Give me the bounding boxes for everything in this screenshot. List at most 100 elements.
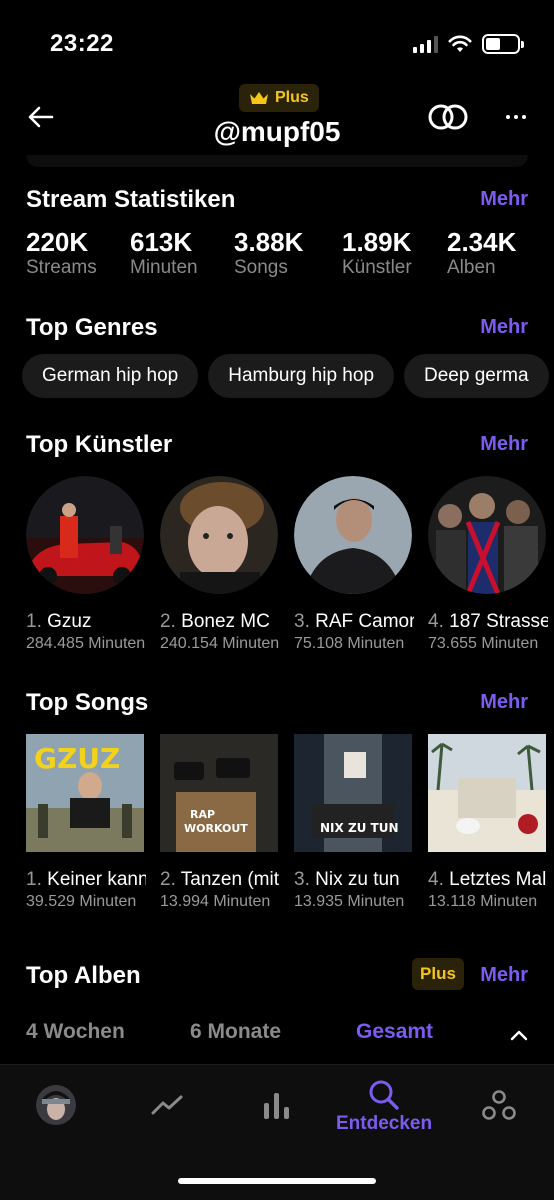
stat-label: Alben (447, 257, 496, 278)
top-genres-title: Top Genres (26, 314, 158, 341)
artist-card[interactable]: 4. 187 Strassenbande 73.655 Minuten (428, 476, 554, 653)
stat-songs: 3.88K Songs (234, 228, 342, 280)
nav-profile[interactable] (36, 1085, 76, 1125)
svg-text:NIX ZU TUN: NIX ZU TUN (320, 821, 399, 835)
song-title: 3. Nix zu tun (294, 869, 400, 890)
stat-value: 2.34K (447, 227, 517, 257)
stream-stats-title: Stream Statistiken (26, 186, 236, 213)
status-time: 23:22 (50, 30, 114, 57)
avatar (36, 1085, 76, 1125)
stat-artists: 1.89K Künstler (342, 228, 447, 280)
nav-trends[interactable] (151, 1093, 183, 1117)
artist-title: 4. 187 Strassenbande (428, 611, 548, 632)
stream-stats-more-link[interactable]: Mehr (480, 188, 528, 211)
stat-streams: 220K Streams (26, 228, 130, 280)
stat-value: 220K (26, 227, 89, 257)
stat-label: Minuten (130, 257, 198, 278)
song-title: 1. Keiner kann (26, 869, 146, 890)
plus-badge-label: Plus (275, 89, 309, 106)
home-indicator (178, 1178, 376, 1184)
top-artists-title: Top Künstler (26, 431, 173, 458)
status-bar: 23:22 (0, 0, 554, 90)
top-songs-row: GZUZ 1. Keiner kann 39.529 Minuten RAP W… (26, 734, 554, 911)
crown-icon (250, 92, 268, 104)
cellular-signal-icon (413, 35, 438, 53)
top-artists-more-link[interactable]: Mehr (480, 433, 528, 456)
song-cover (428, 734, 546, 852)
top-songs-more-link[interactable]: Mehr (480, 691, 528, 714)
artist-photo (26, 476, 144, 594)
status-icons (413, 34, 524, 54)
artist-photo (160, 476, 278, 594)
artist-photo (294, 476, 412, 594)
plus-badge: Plus (239, 84, 319, 112)
period-tab-total[interactable]: Gesamt (356, 1020, 433, 1044)
artist-minutes: 75.108 Minuten (294, 635, 405, 652)
profile-header: Plus @mupf05 (0, 80, 554, 160)
search-icon (369, 1080, 399, 1110)
period-tab-4-weeks[interactable]: 4 Wochen (26, 1020, 125, 1044)
artist-minutes: 240.154 Minuten (160, 635, 280, 652)
song-card[interactable]: NIX ZU TUN 3. Nix zu tun 13.935 Minuten (294, 734, 428, 911)
stat-value: 3.88K (234, 227, 304, 257)
albums-plus-badge[interactable]: Plus (412, 958, 464, 990)
artist-title: 1. Gzuz (26, 611, 92, 632)
song-minutes: 13.935 Minuten (294, 893, 405, 910)
song-card[interactable]: GZUZ 1. Keiner kann 39.529 Minuten (26, 734, 160, 911)
svg-text:GZUZ: GZUZ (34, 742, 120, 775)
stat-label: Künstler (342, 257, 412, 278)
song-title: 2. Tanzen (mit (160, 869, 279, 890)
song-card[interactable]: RAP WORKOUT 2. Tanzen (mit 13.994 Minute… (160, 734, 294, 911)
wifi-icon (448, 35, 472, 52)
artist-title: 2. Bonez MC (160, 611, 270, 632)
song-minutes: 13.994 Minuten (160, 893, 271, 910)
top-artists-row: 1. Gzuz 284.485 Minuten 2. Bonez MC 240.… (26, 476, 554, 653)
nav-stats[interactable] (262, 1091, 292, 1119)
stat-value: 1.89K (342, 227, 412, 257)
genre-chip[interactable]: Hamburg hip hop (208, 354, 395, 398)
bar-chart-icon (264, 1093, 289, 1119)
song-minutes: 39.529 Minuten (26, 893, 137, 910)
artist-minutes: 73.655 Minuten (428, 635, 539, 652)
artist-card[interactable]: 1. Gzuz 284.485 Minuten (26, 476, 160, 653)
artist-minutes: 284.485 Minuten (26, 635, 146, 652)
stat-value: 613K (130, 227, 193, 257)
period-tab-6-months[interactable]: 6 Monate (190, 1020, 281, 1044)
song-card[interactable]: 4. Letztes Mal 13.118 Minuten (428, 734, 554, 911)
stat-label: Streams (26, 257, 97, 278)
artist-title: 3. RAF Camora (294, 611, 414, 632)
song-cover: GZUZ (26, 734, 144, 852)
trend-line-icon (151, 1095, 183, 1115)
song-cover: RAP WORKOUT (160, 734, 278, 852)
stat-albums: 2.34K Alben (447, 228, 531, 280)
stat-label: Songs (234, 257, 288, 278)
compare-circles-icon[interactable] (426, 101, 470, 133)
artist-card[interactable]: 2. Bonez MC 240.154 Minuten (160, 476, 294, 653)
song-cover: NIX ZU TUN (294, 734, 412, 852)
top-albums-title: Top Alben (26, 962, 141, 989)
chevron-up-icon[interactable] (508, 1024, 530, 1046)
stream-stats: 220K Streams 613K Minuten 3.88K Songs 1.… (26, 228, 531, 280)
username: @mupf05 (213, 116, 341, 147)
top-genres-more-link[interactable]: Mehr (480, 316, 528, 339)
artist-card[interactable]: 3. RAF Camora 75.108 Minuten (294, 476, 428, 653)
nav-discover[interactable]: Entdecken (336, 1079, 432, 1135)
header-card-edge (26, 155, 528, 167)
battery-icon (482, 34, 524, 54)
top-songs-title: Top Songs (26, 689, 149, 716)
genre-chip[interactable]: German hip hop (22, 354, 199, 398)
svg-text:WORKOUT: WORKOUT (184, 822, 248, 835)
song-title: 4. Letztes Mal (428, 869, 547, 890)
genre-chips: German hip hop Hamburg hip hop Deep germ… (22, 354, 549, 398)
artist-photo (428, 476, 546, 594)
genre-chip[interactable]: Deep germa (404, 354, 549, 398)
nav-discover-label: Entdecken (336, 1113, 433, 1134)
song-minutes: 13.118 Minuten (428, 893, 538, 910)
period-tabs: 4 Wochen 6 Monate Gesamt (26, 1020, 530, 1050)
top-albums-more-link[interactable]: Mehr (480, 964, 528, 987)
svg-text:RAP: RAP (190, 808, 215, 821)
nav-social[interactable] (482, 1089, 516, 1121)
more-options-icon[interactable] (498, 102, 534, 132)
people-circles-icon (482, 1090, 516, 1120)
stat-minutes: 613K Minuten (130, 228, 234, 280)
